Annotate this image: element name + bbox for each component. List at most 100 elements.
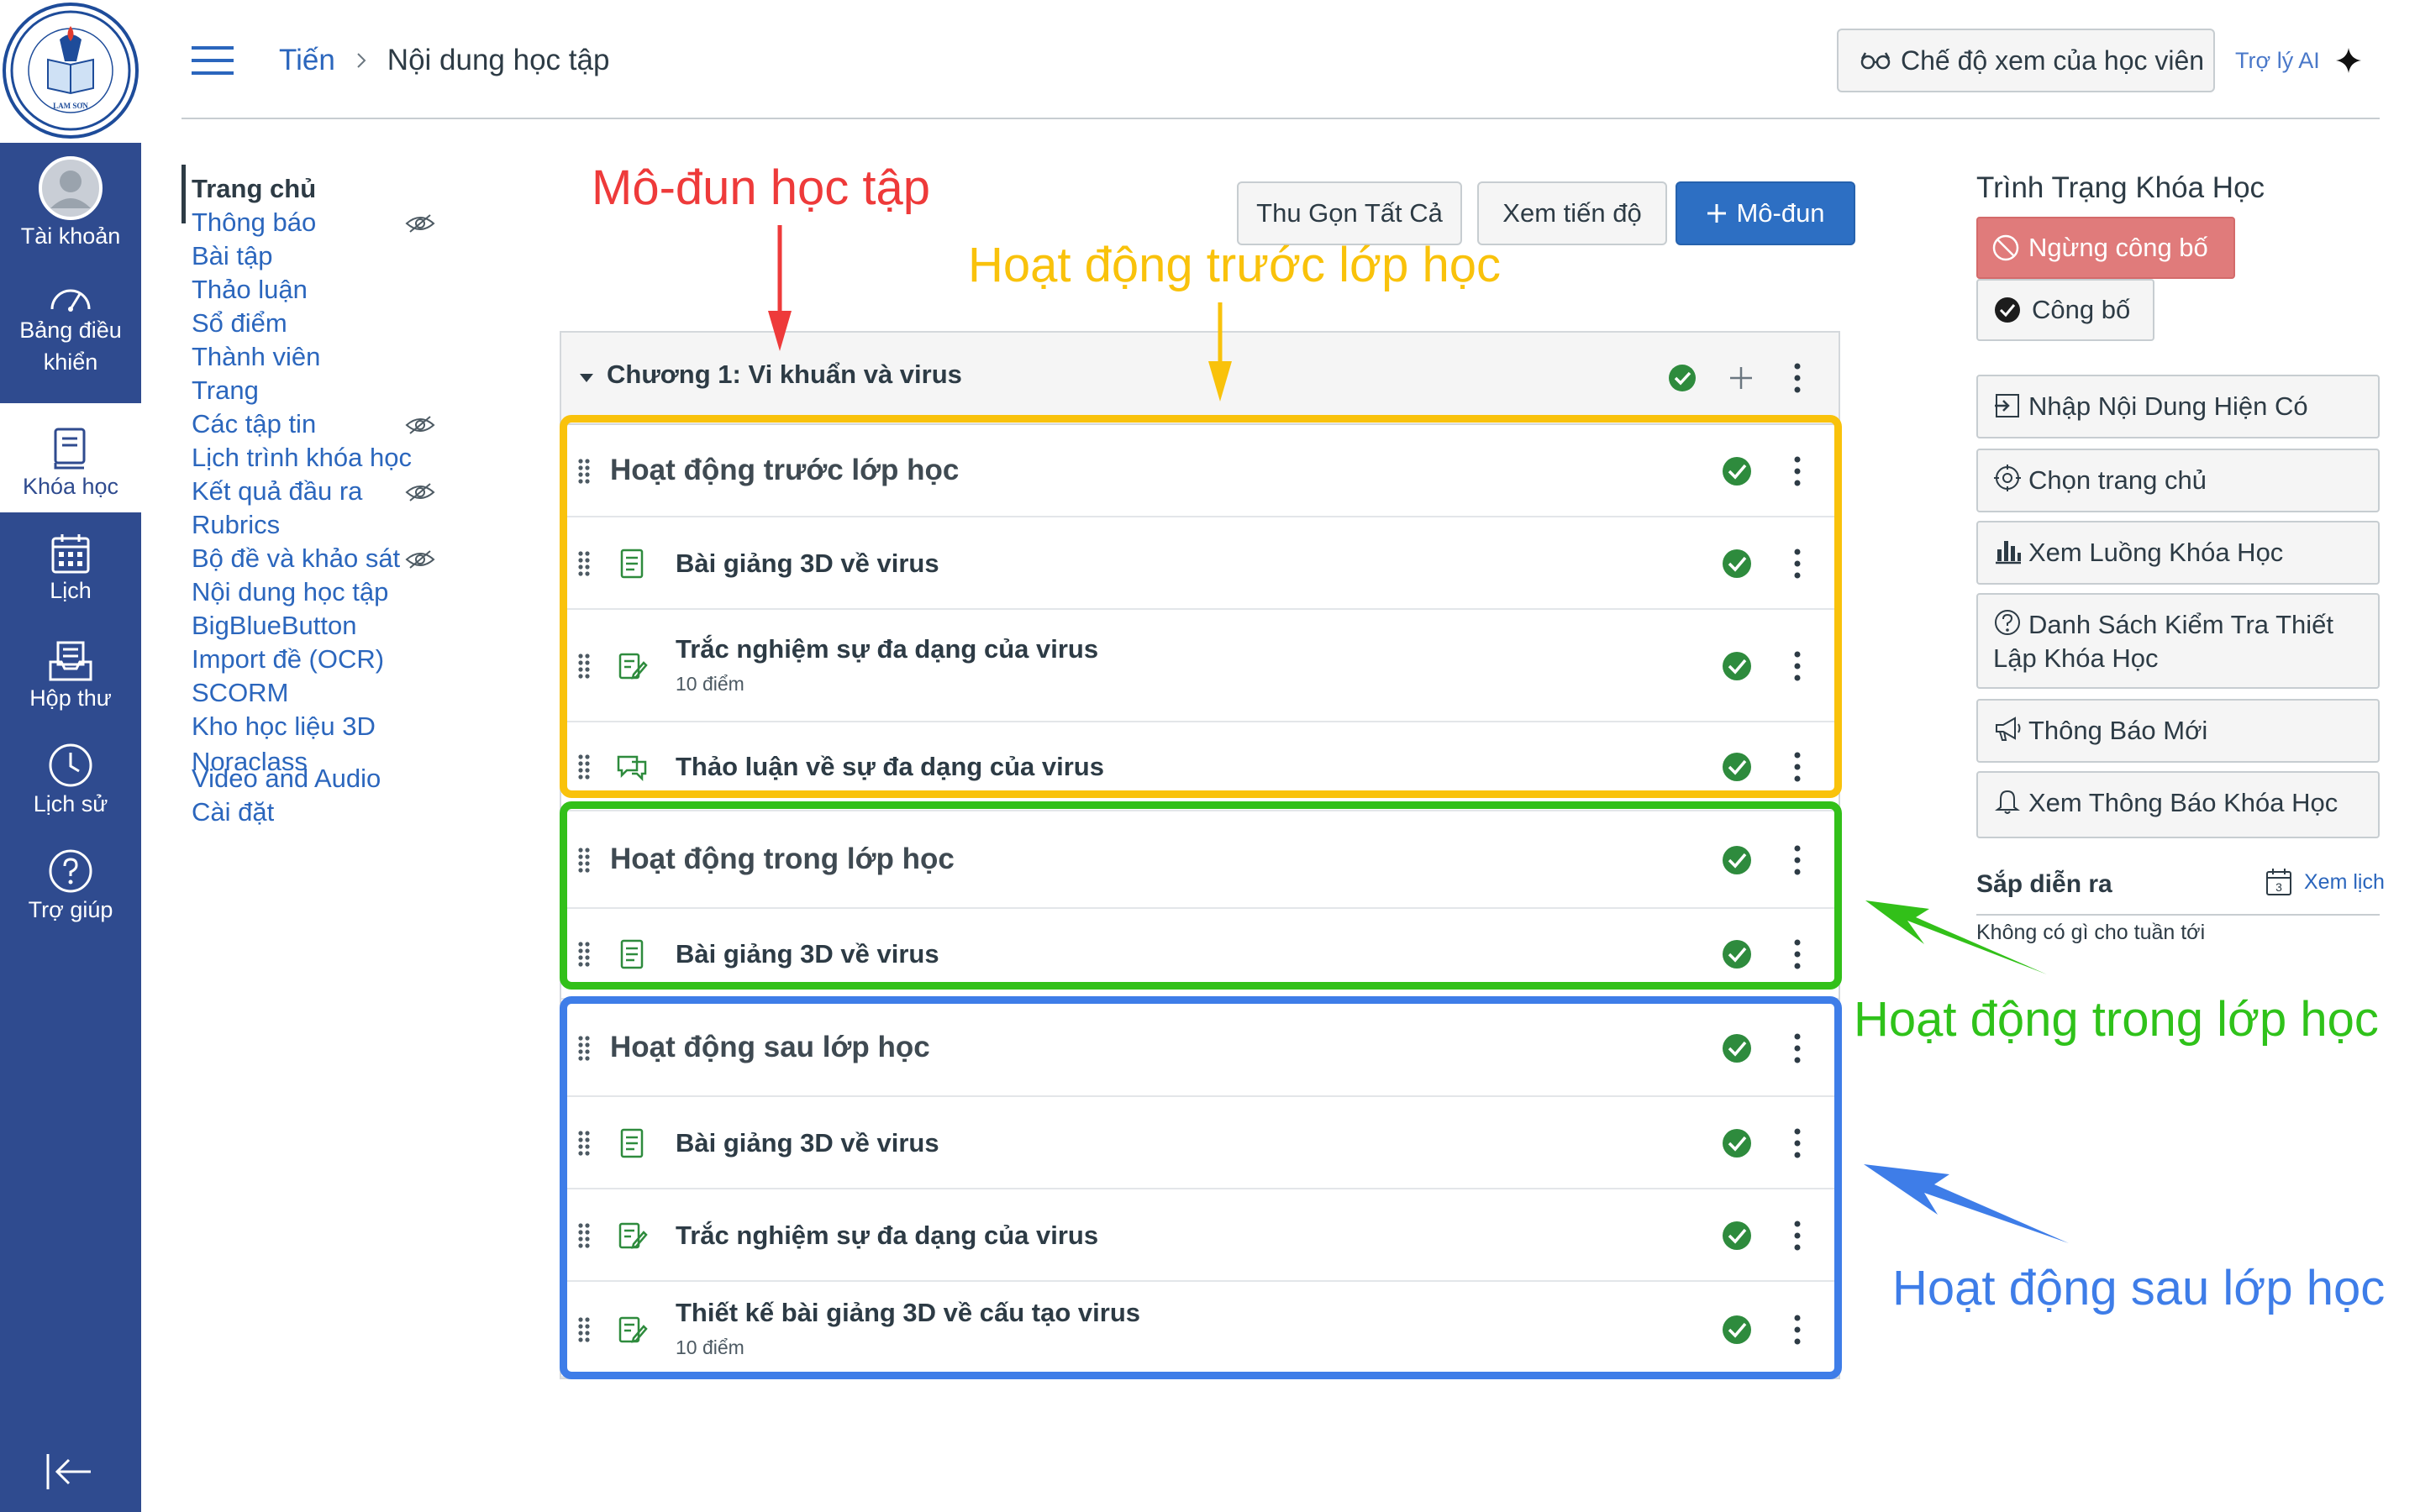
module-item-row[interactable]: Bài giảng 3D về virus	[561, 909, 1839, 1000]
module-item-row[interactable]: Thảo luận về sự đa dạng của virus	[561, 722, 1839, 811]
item-options-menu[interactable]	[1793, 938, 1802, 970]
nav-help[interactable]: Trợ giúp	[0, 837, 141, 926]
published-status[interactable]	[1721, 1032, 1753, 1064]
course-nav-item[interactable]: BigBlueButton	[192, 608, 356, 643]
sidebar-action-button[interactable]: Danh Sách Kiểm Tra Thiết Lập Khóa Học	[1976, 593, 2380, 689]
module-subheader-row[interactable]: Hoạt động trong lớp học	[561, 811, 1839, 909]
module-published-icon[interactable]	[1667, 363, 1697, 393]
course-nav-item[interactable]: Nội dung học tập	[192, 575, 388, 610]
drag-handle[interactable]	[576, 1315, 592, 1344]
sidebar-action-button[interactable]: Xem Thông Báo Khóa Học	[1976, 771, 2380, 838]
published-status[interactable]	[1721, 1220, 1753, 1252]
sidebar-action-button[interactable]: Thông Báo Mới	[1976, 699, 2380, 763]
published-status[interactable]	[1721, 548, 1753, 580]
sidebar-action-button[interactable]: Nhập Nội Dung Hiện Có	[1976, 375, 2380, 438]
drag-handle[interactable]	[576, 1034, 592, 1063]
published-status[interactable]	[1721, 650, 1753, 682]
module-subheader-row[interactable]: Hoạt động trước lớp học	[561, 425, 1839, 517]
breadcrumb-course-link[interactable]: Tiến	[279, 44, 335, 77]
collapse-all-button[interactable]: Thu Gọn Tất Cả	[1237, 181, 1462, 245]
published-status[interactable]	[1721, 844, 1753, 876]
ai-assistant-button[interactable]: Trợ lý AI	[2235, 42, 2362, 79]
published-status[interactable]	[1721, 455, 1753, 487]
publish-button[interactable]: Công bố	[1976, 279, 2154, 341]
page-icon	[620, 1128, 644, 1158]
item-options-menu[interactable]	[1793, 1220, 1802, 1252]
drag-handle[interactable]	[576, 1129, 592, 1158]
unpublish-button[interactable]: Ngừng công bố	[1976, 217, 2235, 279]
module-header[interactable]: Chương 1: Vi khuẩn và virus	[561, 333, 1839, 425]
quiz-type-icon	[615, 649, 649, 683]
course-nav-item[interactable]: Trang	[192, 373, 259, 408]
course-nav-item[interactable]: Thông báo	[192, 205, 316, 240]
course-nav-item[interactable]: Import đề (OCR)	[192, 642, 384, 677]
course-menu-toggle[interactable]	[190, 45, 235, 76]
item-options-menu[interactable]	[1793, 548, 1802, 580]
course-nav-item[interactable]: Trang chủ	[192, 171, 316, 207]
view-calendar-link[interactable]: 3 Xem lịch	[2265, 867, 2385, 897]
nav-account[interactable]: Tài khoản	[0, 150, 141, 252]
course-nav-item[interactable]: SCORM	[192, 675, 288, 711]
item-options-menu[interactable]	[1793, 455, 1802, 487]
school-logo[interactable]: LAM SƠN	[3, 3, 139, 139]
module-item-title[interactable]: Bài giảng 3D về virus	[676, 1128, 939, 1158]
drag-handle[interactable]	[576, 549, 592, 578]
module-subheader-title[interactable]: Hoạt động sau lớp học	[610, 1031, 930, 1064]
module-subheader-title[interactable]: Hoạt động trước lớp học	[610, 454, 959, 487]
view-progress-button[interactable]: Xem tiến độ	[1477, 181, 1667, 245]
module-item-title[interactable]: Trắc nghiệm sự đa dạng của virus	[676, 634, 1098, 664]
module-item-row[interactable]: Bài giảng 3D về virus	[561, 1097, 1839, 1189]
nav-courses[interactable]: Khóa học	[0, 403, 141, 512]
course-nav-item[interactable]: Video and Audio	[192, 761, 381, 796]
module-item-title[interactable]: Thảo luận về sự đa dạng của virus	[676, 752, 1104, 782]
drag-handle[interactable]	[576, 940, 592, 969]
course-nav-item[interactable]: Thành viên	[192, 339, 320, 375]
item-options-menu[interactable]	[1793, 1314, 1802, 1346]
student-view-button[interactable]: Chế độ xem của học viên	[1837, 29, 2215, 92]
nav-history[interactable]: Lịch sử	[0, 731, 141, 820]
drag-handle[interactable]	[576, 753, 592, 781]
add-module-button[interactable]: Mô-đun	[1676, 181, 1855, 245]
module-item-title[interactable]: Thiết kế bài giảng 3D về cấu tạo virus	[676, 1298, 1140, 1328]
module-item-row[interactable]: Thiết kế bài giảng 3D về cấu tạo virus 10…	[561, 1282, 1839, 1378]
item-options-menu[interactable]	[1793, 751, 1802, 783]
course-nav-item[interactable]: Các tập tin	[192, 407, 316, 442]
course-nav-item[interactable]: Rubrics	[192, 507, 280, 543]
nav-inbox[interactable]: Hộp thư	[0, 625, 141, 714]
course-nav-item[interactable]: Lịch trình khóa học	[192, 440, 412, 475]
published-status[interactable]	[1721, 1314, 1753, 1346]
course-nav-item[interactable]: Bài tập	[192, 239, 273, 274]
course-nav-item[interactable]: Kết quả đầu ra	[192, 474, 362, 509]
course-nav-item[interactable]: Bộ đề và khảo sát	[192, 541, 400, 576]
module-item-row[interactable]: Bài giảng 3D về virus	[561, 517, 1839, 610]
drag-handle[interactable]	[576, 457, 592, 486]
add-item-plus-icon[interactable]	[1728, 365, 1754, 391]
course-nav-item[interactable]: Thảo luận	[192, 272, 308, 307]
module-kebab-icon[interactable]	[1793, 362, 1802, 394]
collapse-nav-button[interactable]	[44, 1449, 97, 1494]
drag-handle[interactable]	[576, 652, 592, 680]
caret-down-icon[interactable]	[578, 371, 595, 385]
published-status[interactable]	[1721, 938, 1753, 970]
item-options-menu[interactable]	[1793, 1127, 1802, 1159]
module-item-title[interactable]: Trắc nghiệm sự đa dạng của virus	[676, 1221, 1098, 1251]
sidebar-action-button[interactable]: Chọn trang chủ	[1976, 449, 2380, 512]
course-nav-item[interactable]: Cài đặt	[192, 795, 274, 830]
published-status[interactable]	[1721, 751, 1753, 783]
item-options-menu[interactable]	[1793, 650, 1802, 682]
module-item-title[interactable]: Bài giảng 3D về virus	[676, 549, 939, 579]
module-item-title[interactable]: Bài giảng 3D về virus	[676, 939, 939, 969]
module-subheader-row[interactable]: Hoạt động sau lớp học	[561, 1000, 1839, 1097]
published-status[interactable]	[1721, 1127, 1753, 1159]
item-options-menu[interactable]	[1793, 844, 1802, 876]
sidebar-action-button[interactable]: Xem Luồng Khóa Học	[1976, 521, 2380, 585]
nav-calendar[interactable]: Lịch	[0, 519, 141, 606]
nav-dashboard[interactable]: Bảng điều khiển	[0, 244, 141, 378]
course-nav-item[interactable]: Sổ điểm	[192, 306, 287, 341]
drag-handle[interactable]	[576, 1221, 592, 1250]
drag-handle[interactable]	[576, 846, 592, 874]
module-item-row[interactable]: Trắc nghiệm sự đa dạng của virus 10 điểm	[561, 610, 1839, 722]
module-subheader-title[interactable]: Hoạt động trong lớp học	[610, 843, 955, 876]
module-item-row[interactable]: Trắc nghiệm sự đa dạng của virus	[561, 1189, 1839, 1282]
item-options-menu[interactable]	[1793, 1032, 1802, 1064]
